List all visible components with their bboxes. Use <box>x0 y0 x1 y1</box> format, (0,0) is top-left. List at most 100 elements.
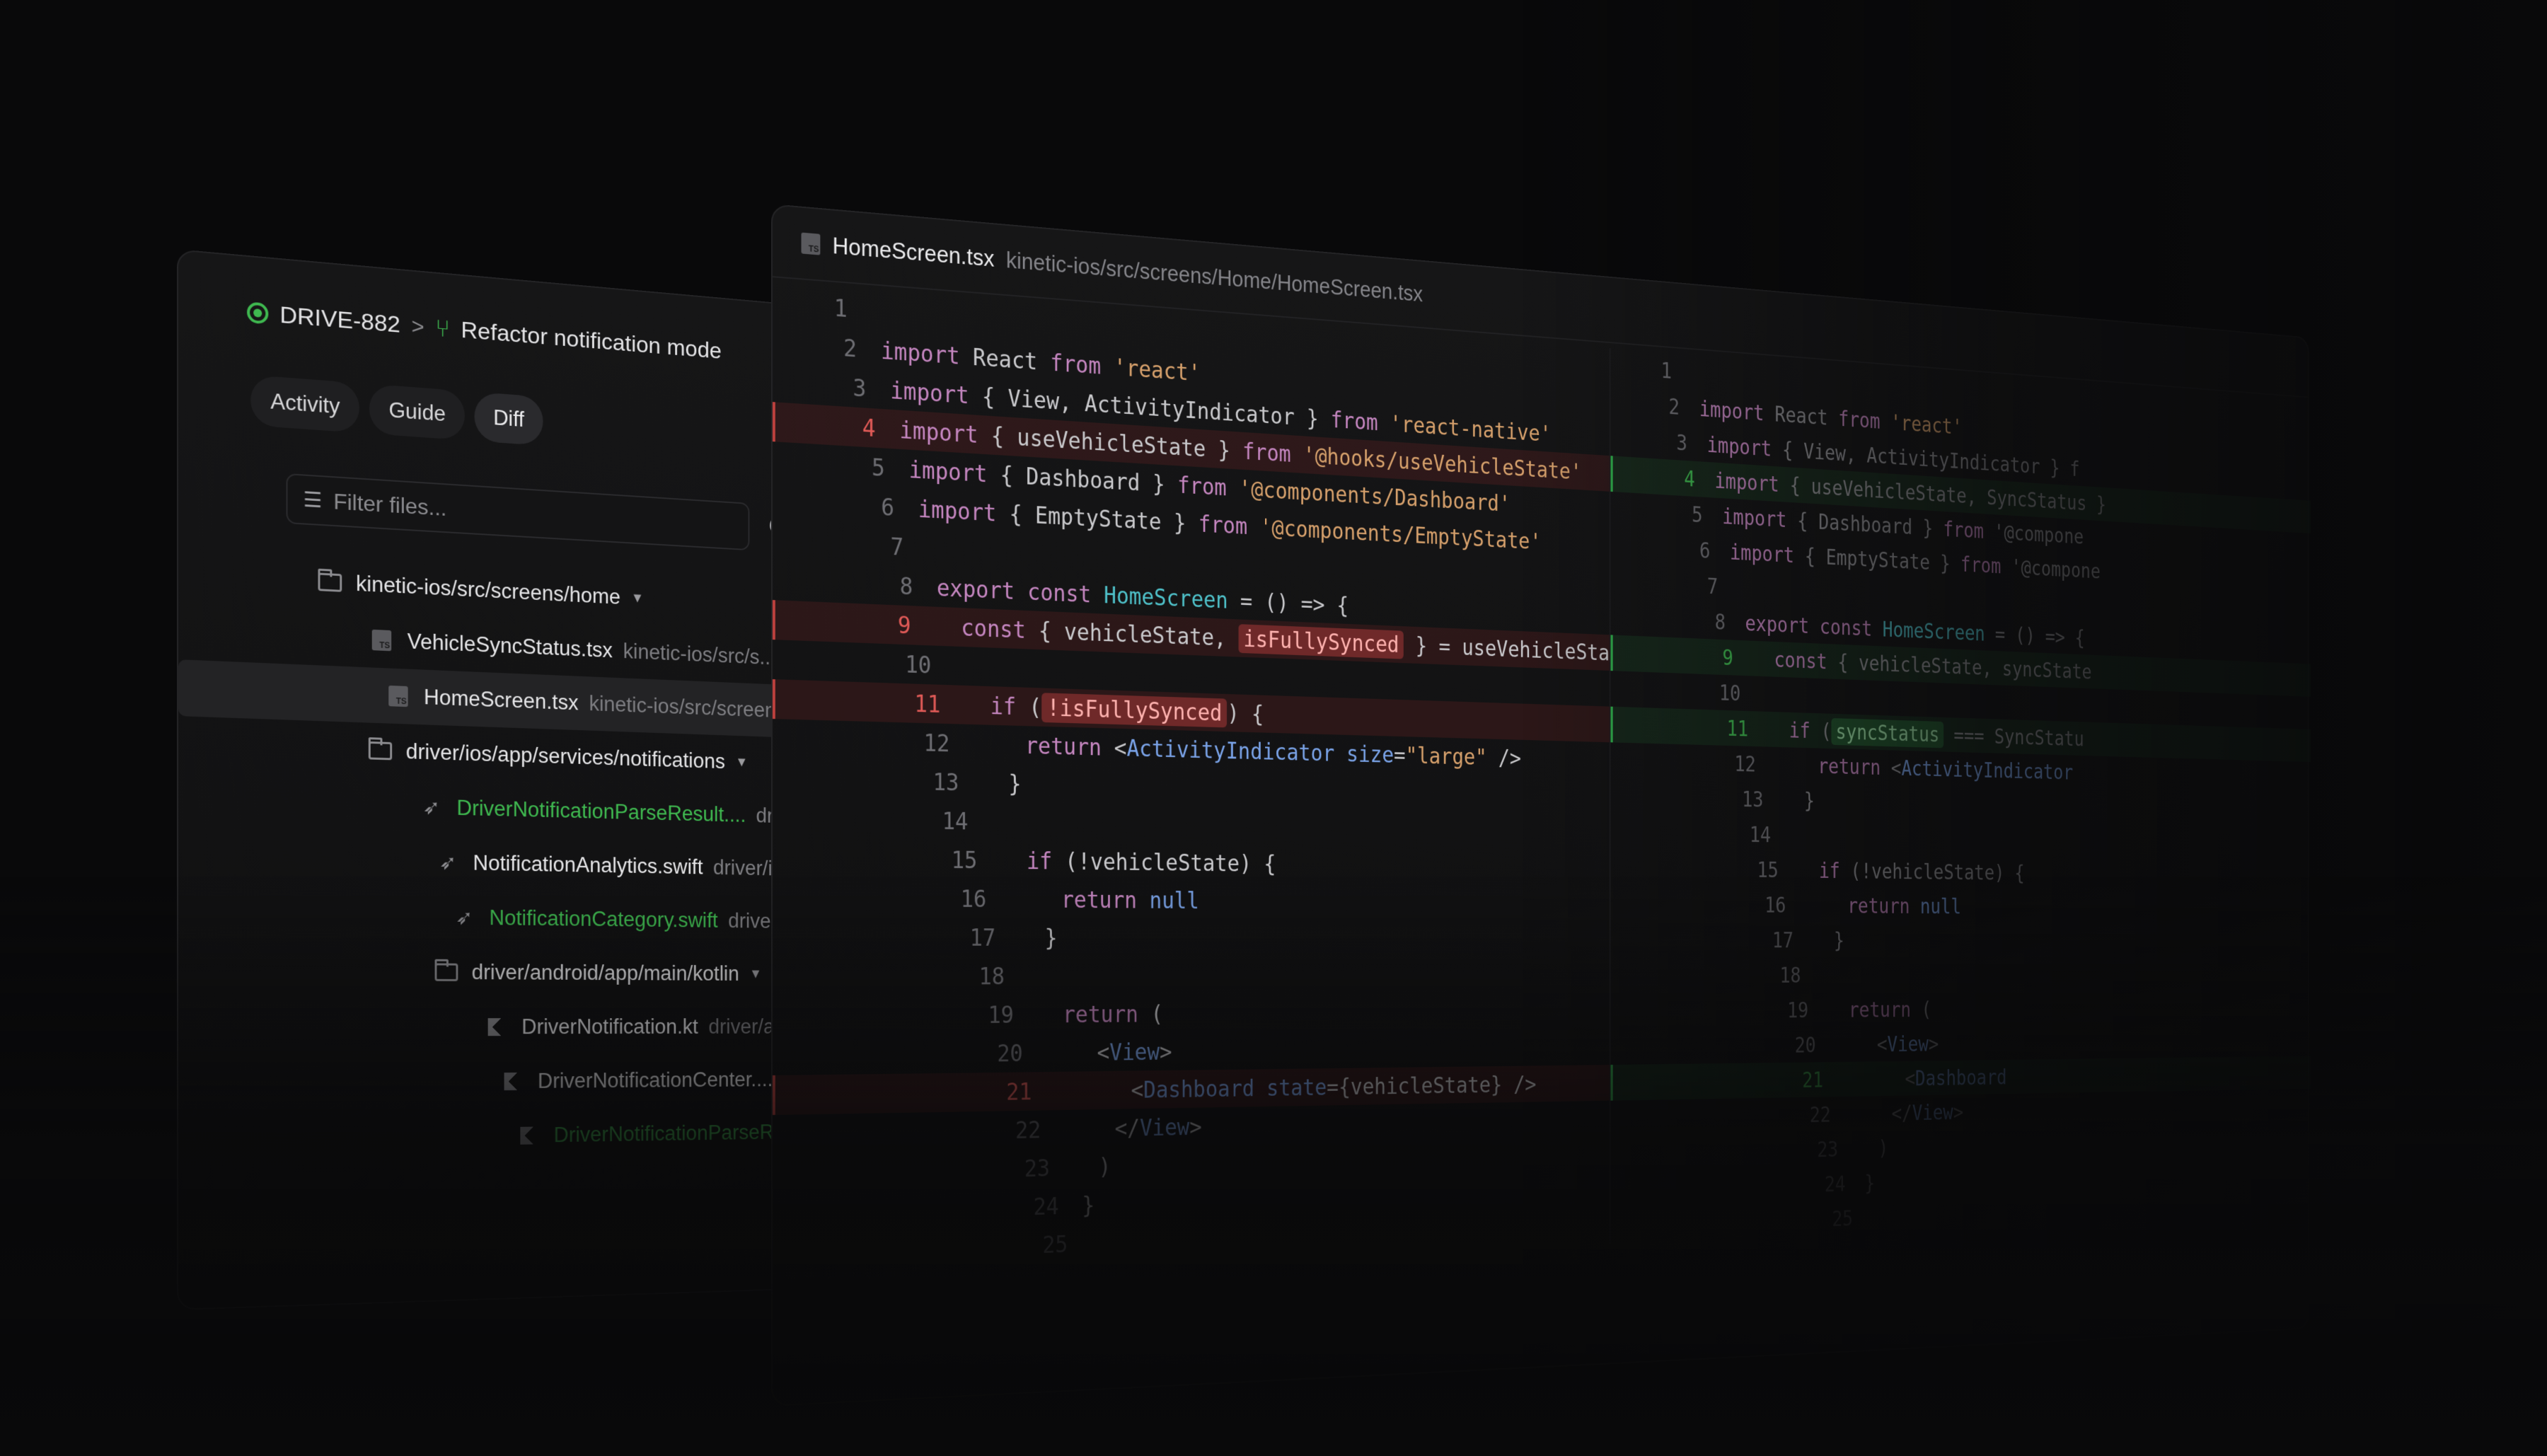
code-text: if (!vehicleState) { <box>1001 847 1276 877</box>
diff-line: 16 return null <box>1610 886 2311 925</box>
status-circle-icon <box>247 301 268 324</box>
line-number: 11 <box>1699 715 1768 741</box>
line-number: 22 <box>983 1116 1064 1144</box>
line-number: 4 <box>815 410 900 443</box>
line-number: 10 <box>872 649 955 679</box>
breadcrumb: DRIVE-882 > ⑂ Refactor notification mode <box>247 297 722 365</box>
line-number: 19 <box>955 1001 1037 1029</box>
line-number: 12 <box>1707 751 1776 777</box>
line-number: 4 <box>1645 463 1714 492</box>
line-number: 13 <box>899 768 982 797</box>
line-number: 8 <box>1676 608 1745 635</box>
diff-line: 17 } <box>1610 921 2311 958</box>
line-number: 17 <box>1745 928 1813 952</box>
tab-diff[interactable]: Diff <box>474 392 543 446</box>
typescript-file-icon: TS <box>801 233 820 255</box>
diff-modified-column: 1 2 import React from 'react' 3 import { Vie… <box>1610 348 2311 1244</box>
line-number: 17 <box>937 924 1019 951</box>
code-text: ) <box>1857 1136 1888 1160</box>
diff-line: 17 } <box>773 917 1610 957</box>
task-id[interactable]: DRIVE-882 <box>279 301 400 338</box>
code-text: ) <box>1073 1153 1111 1181</box>
diff-line: 16 return null <box>773 877 1610 921</box>
filter-box: ☰ <box>286 473 749 550</box>
kotlin-icon <box>485 1017 508 1037</box>
tab-activity[interactable]: Activity <box>250 375 359 433</box>
code-text: return null <box>1806 893 1961 918</box>
swift-icon: ➶ <box>453 907 476 928</box>
filter-icon: ☰ <box>304 487 323 513</box>
chevron-down-icon[interactable]: ▼ <box>749 966 762 982</box>
line-number: 23 <box>1790 1136 1857 1162</box>
line-number: 3 <box>805 371 890 404</box>
breadcrumb-separator: > <box>411 313 424 339</box>
code-text: return ( <box>1827 998 1931 1022</box>
folder-icon <box>318 572 342 594</box>
code-text: <Dashboard <box>1842 1065 2006 1091</box>
line-number: 8 <box>853 570 937 601</box>
line-number: 9 <box>862 610 935 640</box>
line-number: 16 <box>928 885 1010 913</box>
code-text: <Dashboard state={vehicleState} /> <box>1055 1071 1536 1104</box>
code-text: if (syncStatus === SyncStatu <box>1768 717 2084 750</box>
code-text: if (!vehicleState) { <box>1798 858 2025 885</box>
line-number: 5 <box>1653 499 1722 528</box>
chevron-down-icon[interactable]: ▼ <box>631 590 644 606</box>
code-text: return ( <box>1037 1000 1163 1028</box>
task-title[interactable]: Refactor notification mode <box>461 316 721 364</box>
diff-file-name: HomeScreen.tsx <box>833 232 995 272</box>
line-number: 1 <box>786 290 871 324</box>
folder-icon <box>369 740 392 761</box>
line-number: 24 <box>1798 1171 1864 1197</box>
code-text: } <box>1864 1171 1875 1196</box>
code-text: if (!isFullySynced) { <box>964 691 1264 727</box>
line-number: 6 <box>1661 536 1730 564</box>
code-text: </View> <box>1064 1114 1202 1143</box>
line-number: 14 <box>909 807 992 835</box>
line-number: 1 <box>1622 354 1692 385</box>
line-number: 22 <box>1783 1102 1850 1127</box>
chevron-down-icon[interactable]: ▼ <box>735 755 748 770</box>
diff-file-path: kinetic-ios/src/screens/Home/HomeScreen.… <box>1006 247 1423 307</box>
tree-item-name: NotificationAnalytics.swift <box>473 851 703 879</box>
tree-item-path: kinetic-ios/src/s... <box>623 639 776 670</box>
line-number: 25 <box>1806 1206 1872 1232</box>
code-text: } <box>1813 928 1844 952</box>
tree-item-name: DriverNotificationParseResult.... <box>456 796 746 828</box>
code-text: } <box>983 769 1022 797</box>
stage: DRIVE-882 > ⑂ Refactor notification mode… <box>0 0 2547 1456</box>
line-number: 16 <box>1738 892 1806 917</box>
line-number: 21 <box>974 1077 1055 1106</box>
line-number: 19 <box>1760 998 1827 1022</box>
line-number: 3 <box>1637 427 1706 457</box>
diff-line: 18 <box>1610 957 2311 993</box>
diff-line: 19 return ( <box>1610 990 2311 1029</box>
tree-item-name: kinetic-ios/src/screens/home <box>356 571 620 609</box>
line-number: 9 <box>1684 643 1752 671</box>
tree-item-name: HomeScreen.tsx <box>424 685 579 715</box>
line-number: 15 <box>1730 857 1798 882</box>
line-number: 20 <box>964 1039 1046 1067</box>
code-text: </View> <box>1850 1099 1963 1126</box>
typescript-file-icon: TS <box>370 630 393 652</box>
line-number: 13 <box>1714 786 1782 812</box>
code-text: } <box>1783 787 1815 812</box>
folder-icon <box>435 962 458 983</box>
tree-item-name: NotificationCategory.swift <box>490 906 718 932</box>
tree-item-name: driver/ios/app/services/notifications <box>406 739 725 774</box>
filter-files-input[interactable] <box>332 487 710 537</box>
line-number: 11 <box>881 688 964 718</box>
diff-original-column: 1 2 import React from 'react' 3 import { Vie… <box>773 283 1610 1273</box>
diff-panel: TS HomeScreen.tsx kinetic-ios/src/screen… <box>771 204 2309 1406</box>
line-number: 20 <box>1768 1032 1835 1057</box>
kotlin-icon <box>518 1126 541 1146</box>
tab-guide[interactable]: Guide <box>369 384 465 441</box>
tree-item-path: kinetic-ios/src/screen... <box>589 691 792 723</box>
kotlin-icon <box>502 1071 524 1092</box>
line-number: 7 <box>843 531 928 562</box>
code-text: <View> <box>1835 1032 1939 1057</box>
tab-bar: Activity Guide Diff <box>250 375 543 446</box>
tree-item-name: VehicleSyncStatus.tsx <box>408 629 613 663</box>
git-branch-icon: ⑂ <box>435 313 450 343</box>
code-text: return <ActivityIndicator <box>1775 752 2073 784</box>
